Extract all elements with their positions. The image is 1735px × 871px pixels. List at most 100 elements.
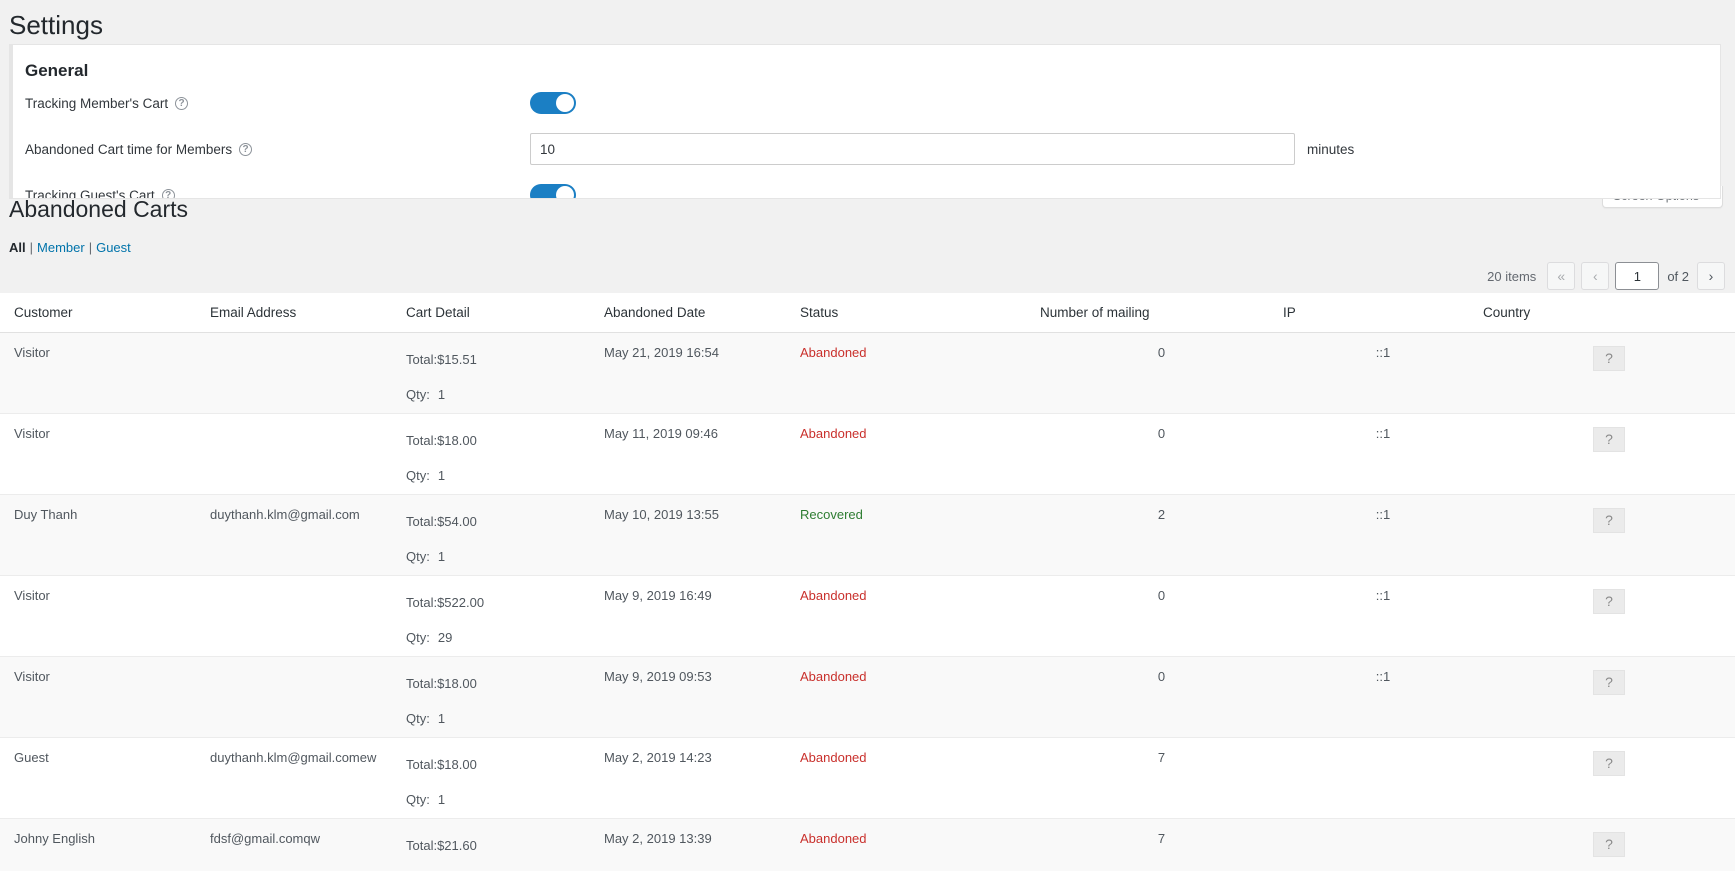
cell-customer: Visitor — [0, 332, 210, 414]
abandoned-carts-table: Customer Email Address Cart Detail Aband… — [0, 293, 1735, 871]
cart-qty: Qty: 1 — [406, 469, 604, 482]
qty-label: Qty: — [406, 792, 430, 807]
section-title: General — [25, 61, 89, 80]
cell-status: Abandoned — [800, 818, 1040, 871]
setting-row-tracking-members-cart: Tracking Member's Cart ? — [13, 81, 1720, 125]
cell-cart-detail: Total:$15.51 Qty: 1 — [406, 332, 604, 414]
table-row[interactable]: Visitor Total:$18.00 Qty: 1 May 9, 2019 09:5… — [0, 656, 1735, 738]
cell-cart-detail: Total:$18.00 Qty: 1 — [406, 656, 604, 738]
status-badge: Abandoned — [800, 588, 867, 603]
table-body: Visitor Total:$15.51 Qty: 1 May 21, 2019 16:… — [0, 332, 1735, 871]
status-badge: Abandoned — [800, 426, 867, 441]
column-header-abandoned-date[interactable]: Abandoned Date — [604, 293, 800, 333]
help-icon[interactable]: ? — [175, 96, 189, 110]
customer-name: Duy Thanh — [14, 507, 78, 522]
cell-customer: Visitor — [0, 413, 210, 495]
cell-ip: ::1 — [1283, 413, 1483, 495]
table-header-row: Customer Email Address Cart Detail Aband… — [0, 293, 1735, 333]
prev-page-button[interactable]: ‹ — [1581, 262, 1610, 290]
toggle-tracking-members-cart[interactable] — [530, 92, 576, 114]
cell-ip: ::1 — [1283, 494, 1483, 576]
table-row[interactable]: Johny English fdsf@gmail.comqw Total:$21.6… — [0, 818, 1735, 871]
flag-missing-icon: ? — [1593, 346, 1625, 371]
flag-missing-icon: ? — [1593, 751, 1625, 776]
cell-email: duythanh.klm@gmail.com — [210, 494, 406, 576]
cell-number-of-mailing: 0 — [1040, 575, 1283, 657]
ip-address: ::1 — [1375, 345, 1391, 360]
cell-customer: Guest — [0, 737, 210, 819]
filter-link-all[interactable]: All — [9, 240, 26, 255]
abandoned-cart-time-input[interactable] — [530, 133, 1295, 165]
table-row[interactable]: Duy Thanh duythanh.klm@gmail.com Total:$54… — [0, 494, 1735, 576]
table-row[interactable]: Guest duythanh.klm@gmail.comew Total:$18.0… — [0, 737, 1735, 819]
abandoned-date: May 2, 2019 14:23 — [604, 750, 712, 765]
cart-qty: Qty: 29 — [406, 631, 604, 644]
first-page-button[interactable]: « — [1547, 262, 1576, 290]
mailing-count: 7 — [1157, 750, 1166, 765]
column-header-number-of-mailing[interactable]: Number of mailing — [1040, 293, 1283, 333]
ip-address: ::1 — [1375, 426, 1391, 441]
cell-email — [210, 413, 406, 495]
cell-email: fdsf@gmail.comqw — [210, 818, 406, 871]
cell-country: ? — [1483, 656, 1735, 738]
cart-qty: Qty: 1 — [406, 388, 604, 401]
help-icon[interactable]: ? — [239, 142, 253, 156]
email-address: fdsf@gmail.comqw — [210, 831, 321, 846]
cell-abandoned-date: May 11, 2019 09:46 — [604, 413, 800, 495]
qty-label: Qty: — [406, 387, 430, 402]
mailing-count: 0 — [1157, 426, 1166, 441]
toggle-tracking-guests-cart[interactable] — [530, 184, 576, 198]
filter-separator: | — [29, 240, 34, 255]
cell-number-of-mailing: 0 — [1040, 332, 1283, 414]
qty-value: 1 — [437, 468, 446, 483]
cell-customer: Johny English — [0, 818, 210, 871]
cart-total: Total:$522.00 — [406, 595, 485, 610]
help-icon[interactable]: ? — [161, 188, 175, 198]
filter-link-member[interactable]: Member — [37, 240, 85, 255]
cell-ip — [1283, 737, 1483, 819]
column-header-ip[interactable]: IP — [1283, 293, 1483, 333]
cell-cart-detail: Total:$18.00 Qty: 1 — [406, 737, 604, 819]
mailing-count: 0 — [1157, 669, 1166, 684]
cell-customer: Visitor — [0, 656, 210, 738]
flag-missing-icon: ? — [1593, 832, 1625, 857]
minutes-label: minutes — [1307, 141, 1355, 157]
cell-country: ? — [1483, 575, 1735, 657]
cell-abandoned-date: May 9, 2019 16:49 — [604, 575, 800, 657]
qty-value: 29 — [437, 630, 453, 645]
filter-link-guest[interactable]: Guest — [96, 240, 131, 255]
cell-ip: ::1 — [1283, 575, 1483, 657]
column-header-cart-detail[interactable]: Cart Detail — [406, 293, 604, 333]
column-header-country[interactable]: Country — [1483, 293, 1735, 333]
cell-cart-detail: Total:$18.00 Qty: 1 — [406, 413, 604, 495]
current-page-input[interactable] — [1615, 262, 1660, 290]
cell-email: duythanh.klm@gmail.comew — [210, 737, 406, 819]
flag-missing-icon: ? — [1593, 508, 1625, 533]
email-address: duythanh.klm@gmail.comew — [210, 750, 377, 765]
cell-abandoned-date: May 2, 2019 13:39 — [604, 818, 800, 871]
column-header-status[interactable]: Status — [800, 293, 1040, 333]
qty-value: 1 — [437, 711, 446, 726]
cell-number-of-mailing: 0 — [1040, 413, 1283, 495]
table-row[interactable]: Visitor Total:$15.51 Qty: 1 May 21, 2019 16:… — [0, 332, 1735, 414]
status-badge: Abandoned — [800, 750, 867, 765]
carts-page-title: Abandoned Carts — [9, 196, 189, 222]
cart-total: Total:$21.60 — [406, 838, 477, 853]
ip-address: ::1 — [1375, 669, 1391, 684]
table-row[interactable]: Visitor Total:$18.00 Qty: 1 May 11, 2019 09:… — [0, 413, 1735, 495]
pagination: 20 items « ‹ of 2 › — [1487, 262, 1725, 290]
next-page-button[interactable]: › — [1697, 262, 1725, 290]
table-header: Customer Email Address Cart Detail Aband… — [0, 293, 1735, 333]
column-header-email[interactable]: Email Address — [210, 293, 406, 333]
setting-row-abandoned-cart-time: Abandoned Cart time for Members ? minute… — [13, 125, 1720, 173]
cell-status: Abandoned — [800, 575, 1040, 657]
flag-missing-icon: ? — [1593, 427, 1625, 452]
qty-value: 1 — [437, 387, 446, 402]
mailing-count: 7 — [1157, 831, 1166, 846]
column-header-customer[interactable]: Customer — [0, 293, 210, 333]
cart-total: Total:$54.00 — [406, 514, 477, 529]
cell-status: Abandoned — [800, 737, 1040, 819]
table-row[interactable]: Visitor Total:$522.00 Qty: 29 May 9, 2019 16… — [0, 575, 1735, 657]
status-filter-links: All | Member | Guest — [9, 240, 131, 255]
customer-name: Visitor — [14, 345, 50, 360]
